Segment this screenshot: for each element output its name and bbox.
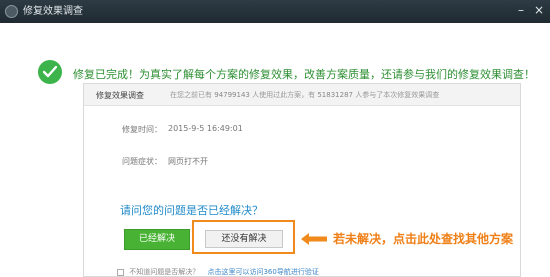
app-logo-icon — [5, 5, 18, 18]
title-bar: 修复效果调查 – × — [0, 0, 550, 23]
stats-suffix: 人参与了本次修复效果调查 — [355, 91, 440, 99]
stats-middle: 人使用过此方案，有 — [252, 91, 316, 99]
repair-time-label: 修复时间： — [122, 125, 162, 134]
check-circle-icon — [38, 60, 62, 84]
stats-count: 51831287 — [317, 91, 353, 99]
unknown-checkbox-label: 不知道问题是否解决？ — [129, 268, 200, 276]
minimize-icon[interactable]: – — [514, 3, 528, 17]
stats-prefix: 在您之前已有 — [170, 91, 212, 99]
resolved-button[interactable]: 已经解决 — [124, 229, 190, 250]
survey-stats: 在您之前已有 94799143 人使用过此方案，有 51831287 人参与了本… — [170, 90, 439, 100]
annotation-text: 若未解决，点击此处查找其他方案 — [333, 232, 514, 246]
unknown-checkbox[interactable] — [117, 268, 124, 276]
close-icon[interactable]: × — [532, 3, 546, 17]
survey-header: 修复效果调查 在您之前已有 94799143 人使用过此方案，有 5183128… — [84, 84, 520, 106]
symptom-label: 问题症状： — [122, 157, 162, 166]
symptom-value: 网页打不开 — [168, 157, 208, 166]
verify-link[interactable]: 点击这里可以访问360导航进行验证 — [207, 268, 318, 276]
window-title: 修复效果调查 — [23, 6, 83, 17]
stats-total: 94799143 — [214, 91, 250, 99]
arrow-left-icon — [301, 233, 327, 245]
verify-footer: 不知道问题是否解决？ 点击这里可以访问360导航进行验证 — [117, 267, 319, 277]
not-resolved-button[interactable]: 还没有解决 — [205, 230, 283, 248]
survey-tab-label: 修复效果调查 — [96, 91, 144, 100]
completion-message: 修复已完成！为真实了解每个方案的修复效果，改善方案质量，还请参与我们的修复效果调… — [73, 68, 535, 81]
resolved-question: 请问您的问题是否已经解决？ — [120, 204, 263, 217]
repair-time-value: 2015-9-5 16:49:01 — [168, 124, 243, 133]
